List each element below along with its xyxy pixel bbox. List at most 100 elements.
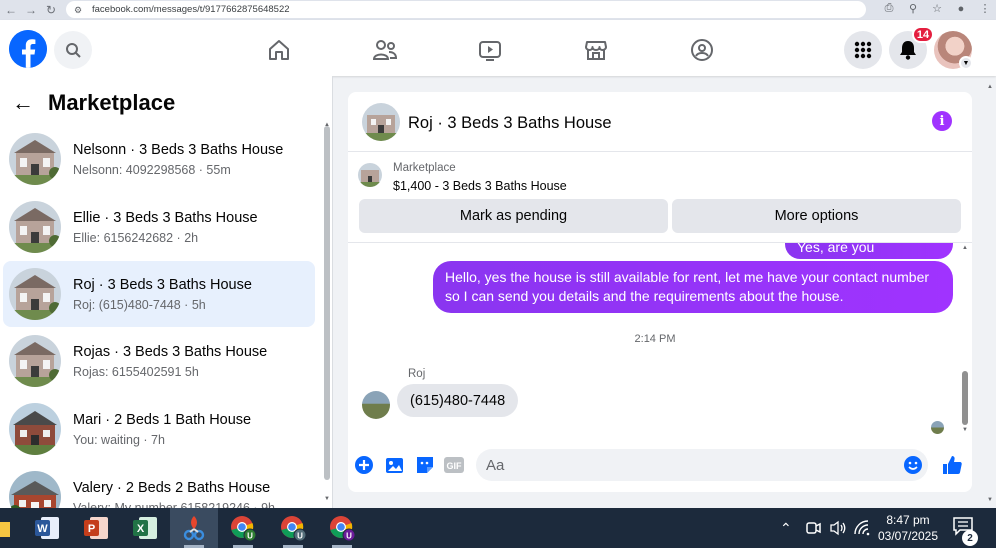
menu-button[interactable] bbox=[844, 31, 882, 69]
video-icon[interactable] bbox=[477, 37, 503, 63]
chrome-profile-1-icon[interactable]: U bbox=[228, 513, 258, 543]
file-explorer-icon[interactable] bbox=[0, 513, 10, 543]
address-bar[interactable]: ⚙ facebook.com/messages/t/91776628756485… bbox=[66, 1, 866, 18]
chrome-profile-3-icon[interactable]: U bbox=[327, 513, 357, 543]
excel-icon[interactable]: X bbox=[130, 513, 160, 543]
volume-icon[interactable] bbox=[829, 508, 847, 548]
conversation-title: Roj · 3 Beds 3 Baths House bbox=[73, 276, 252, 293]
conversation-title: Mari · 2 Beds 1 Bath House bbox=[73, 411, 252, 428]
seen-indicator-avatar bbox=[931, 421, 944, 434]
home-icon[interactable] bbox=[266, 37, 292, 63]
svg-text:P: P bbox=[88, 523, 95, 535]
info-icon[interactable]: i bbox=[932, 111, 952, 131]
conversation-preview: Ellie: 6156242682 · 2h bbox=[73, 230, 199, 245]
zoom-icon[interactable]: ⚲ bbox=[906, 2, 920, 15]
conversation-item[interactable]: Mari · 2 Beds 1 Bath House You: waiting ·… bbox=[3, 396, 315, 462]
conversation-text: Ellie · 3 Beds 3 Baths House Ellie: 61562… bbox=[73, 210, 258, 245]
site-info-icon[interactable]: ⚙ bbox=[74, 5, 86, 15]
conversation-text: Roj · 3 Beds 3 Baths House Roj: (615)480-… bbox=[73, 277, 252, 312]
gif-icon[interactable]: GIF bbox=[444, 455, 464, 475]
conversation-item[interactable]: Valery · 2 Beds 2 Baths House Valery: My … bbox=[3, 464, 315, 508]
listing-summary[interactable]: Marketplace $1,400 - 3 Beds 3 Baths Hous… bbox=[348, 153, 972, 199]
search-button[interactable] bbox=[54, 31, 92, 69]
url-text: facebook.com/messages/t/9177662875648522 bbox=[92, 4, 290, 15]
incoming-message: (615)480-7448 bbox=[397, 384, 519, 417]
conversation-item[interactable]: Rojas · 3 Beds 3 Baths House Rojas: 61554… bbox=[3, 328, 315, 394]
listing-thumbnail bbox=[9, 268, 61, 320]
conversation-item[interactable]: Ellie · 3 Beds 3 Baths House Ellie: 61562… bbox=[3, 194, 315, 260]
plus-icon[interactable] bbox=[354, 455, 374, 475]
listing-thumbnail bbox=[358, 163, 382, 187]
photo-icon[interactable] bbox=[385, 455, 405, 475]
facebook-top-nav: 14 ▼ bbox=[0, 20, 996, 76]
conversation-preview: Valery: My number 6158219246 · 9h bbox=[73, 500, 275, 509]
mark-as-pending-button[interactable]: Mark as pending bbox=[359, 199, 668, 233]
chevron-up-icon[interactable]: ⌃ bbox=[780, 508, 792, 548]
svg-text:W: W bbox=[37, 523, 48, 535]
svg-text:U: U bbox=[297, 532, 303, 541]
emoji-icon[interactable] bbox=[903, 455, 923, 475]
conversation-title: Nelsonn · 3 Beds 3 Baths House bbox=[73, 141, 284, 158]
message-scrollbar[interactable] bbox=[962, 371, 968, 425]
listing-price: $1,400 - 3 Beds 3 Baths House bbox=[393, 179, 567, 193]
forward-arrow-icon[interactable]: → bbox=[22, 1, 40, 19]
svg-text:U: U bbox=[247, 532, 253, 541]
clock-time: 8:47 pm bbox=[886, 513, 930, 527]
conversation-preview: You: waiting · 7h bbox=[73, 432, 165, 447]
meet-now-icon[interactable] bbox=[805, 508, 821, 548]
bookmark-star-icon[interactable]: ☆ bbox=[930, 2, 944, 15]
svg-text:GIF: GIF bbox=[447, 461, 463, 471]
chat-window: Roj · 3 Beds 3 Baths House i Marketplace… bbox=[348, 92, 972, 492]
facebook-logo-icon[interactable] bbox=[9, 30, 47, 68]
message-composer: GIF bbox=[348, 446, 972, 486]
left-scrollbar[interactable] bbox=[324, 126, 330, 480]
listing-thumbnail bbox=[9, 403, 61, 455]
marketplace-icon[interactable] bbox=[583, 37, 609, 63]
snipping-tool-icon[interactable] bbox=[179, 513, 209, 543]
wifi-icon[interactable] bbox=[854, 508, 870, 548]
conversation-text: Nelsonn · 3 Beds 3 Baths House Nelsonn: 4… bbox=[73, 142, 283, 177]
reload-icon[interactable]: ↻ bbox=[42, 1, 60, 19]
conversation-text: Mari · 2 Beds 1 Bath House You: waiting ·… bbox=[73, 412, 251, 447]
sticker-icon[interactable] bbox=[415, 455, 435, 475]
more-options-button[interactable]: More options bbox=[672, 199, 961, 233]
search-icon bbox=[66, 43, 81, 58]
message-input[interactable] bbox=[476, 449, 928, 481]
clock-date: 03/07/2025 bbox=[877, 529, 939, 543]
listing-thumbnail bbox=[9, 471, 61, 508]
menu-grid-icon bbox=[854, 41, 872, 59]
back-arrow-icon[interactable]: ← bbox=[12, 90, 34, 116]
conversation-item[interactable]: Nelsonn · 3 Beds 3 Baths House Nelsonn: 4… bbox=[3, 126, 315, 192]
conversation-title: Valery · 2 Beds 2 Baths House bbox=[73, 479, 271, 496]
chat-header: Roj · 3 Beds 3 Baths House i bbox=[348, 92, 972, 152]
action-center-badge: 2 bbox=[962, 530, 978, 546]
listing-thumbnail bbox=[9, 201, 61, 253]
chat-avatar[interactable] bbox=[362, 103, 400, 141]
browser-menu-icon[interactable]: ⋮ bbox=[978, 2, 992, 15]
word-icon[interactable]: W bbox=[32, 513, 62, 543]
thumbs-up-icon[interactable] bbox=[940, 453, 964, 477]
profile-icon[interactable]: ● bbox=[954, 3, 968, 15]
panel-title: Marketplace bbox=[48, 90, 176, 115]
svg-text:U: U bbox=[346, 532, 352, 541]
scroll-down-arrow[interactable]: ▼ bbox=[962, 427, 968, 433]
conversation-title: Ellie · 3 Beds 3 Baths House bbox=[73, 209, 258, 226]
back-arrow-icon[interactable]: ← bbox=[2, 1, 20, 19]
listing-source-label: Marketplace bbox=[393, 162, 456, 174]
chrome-profile-2-icon[interactable]: U bbox=[278, 513, 308, 543]
powerpoint-icon[interactable]: P bbox=[81, 513, 111, 543]
conversation-preview: Roj: (615)480-7448 · 5h bbox=[73, 297, 206, 312]
friends-icon[interactable] bbox=[372, 37, 398, 63]
listing-thumbnail bbox=[9, 133, 61, 185]
page-scroll-down-arrow[interactable]: ▼ bbox=[987, 497, 993, 503]
conversation-item[interactable]: Roj · 3 Beds 3 Baths House Roj: (615)480-… bbox=[3, 261, 315, 327]
cast-icon[interactable]: ⎙ bbox=[882, 2, 896, 15]
sender-avatar bbox=[362, 391, 390, 419]
groups-icon[interactable] bbox=[689, 37, 715, 63]
scroll-down-arrow[interactable]: ▼ bbox=[324, 496, 330, 502]
scroll-up-arrow[interactable]: ▲ bbox=[962, 245, 968, 251]
listing-thumbnail bbox=[9, 335, 61, 387]
page-scroll-up-arrow[interactable]: ▲ bbox=[987, 84, 993, 90]
chevron-down-icon[interactable]: ▼ bbox=[959, 56, 973, 70]
system-clock[interactable]: 8:47 pm 03/07/2025 bbox=[872, 512, 944, 544]
